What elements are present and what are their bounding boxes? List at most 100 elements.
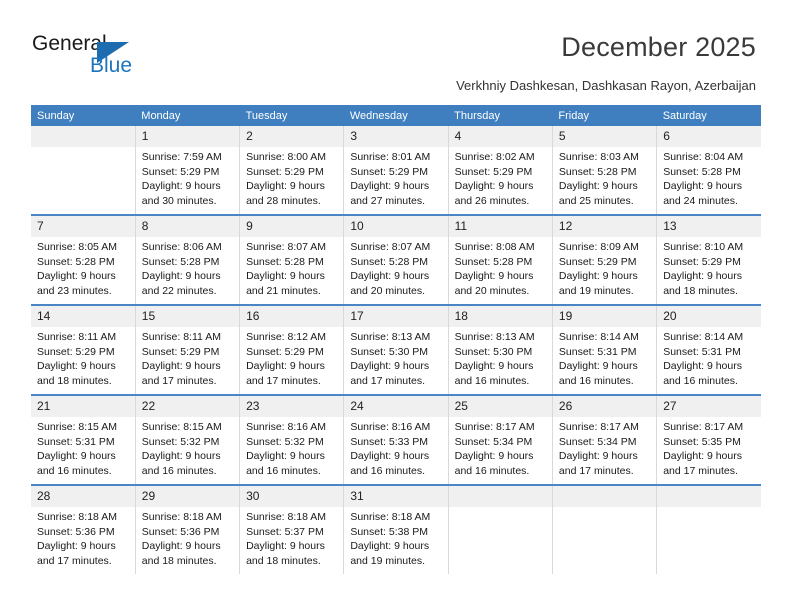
- day-number: [448, 486, 552, 507]
- sunset-text: Sunset: 5:31 PM: [558, 345, 637, 358]
- daylight-text: and 19 minutes.: [350, 554, 426, 567]
- calendar-day-cell[interactable]: 5 Sunrise: 8:03 AM Sunset: 5:28 PM Daylight…: [551, 126, 657, 216]
- calendar-week-row: 28 Sunrise: 8:18 AM Sunset: 5:36 PM Dayligh…: [31, 485, 761, 574]
- page-subtitle: Verkhniy Dashkesan, Dashkasan Rayon, Aze…: [456, 78, 756, 93]
- calendar-day-cell[interactable]: 24 Sunrise: 8:16 AM Sunset: 5:33 PM Dayligh…: [343, 395, 449, 486]
- brand-logo: General Blue: [32, 32, 212, 88]
- calendar-day-cell[interactable]: 29 Sunrise: 8:18 AM Sunset: 5:36 PM Dayligh…: [134, 485, 240, 574]
- calendar-day-cell[interactable]: 9 Sunrise: 8:07 AM Sunset: 5:28 PM Daylight…: [239, 215, 344, 306]
- daylight-text: and 19 minutes.: [558, 284, 634, 297]
- sunrise-text: Sunrise: 8:01 AM: [350, 151, 431, 163]
- page-header: General Blue December 2025 Verkhniy Dash…: [0, 0, 792, 100]
- calendar-day-cell[interactable]: 21 Sunrise: 8:15 AM Sunset: 5:31 PM Dayligh…: [31, 395, 136, 486]
- daylight-text: Daylight: 9 hours: [246, 360, 325, 373]
- calendar-day-cell[interactable]: 20 Sunrise: 8:14 AM Sunset: 5:31 PM Dayligh…: [656, 305, 761, 396]
- day-info: Sunrise: 8:17 AM Sunset: 5:34 PM Daylight:…: [449, 417, 552, 478]
- sunrise-text: Sunrise: 8:04 AM: [663, 151, 744, 163]
- sunset-text: Sunset: 5:29 PM: [141, 165, 220, 178]
- calendar-day-cell[interactable]: 13 Sunrise: 8:10 AM Sunset: 5:29 PM Dayligh…: [656, 215, 761, 306]
- day-info: Sunrise: 8:14 AM Sunset: 5:31 PM Daylight:…: [553, 327, 656, 388]
- calendar-day-cell[interactable]: 18 Sunrise: 8:13 AM Sunset: 5:30 PM Dayligh…: [447, 305, 553, 396]
- day-number: 9: [240, 216, 344, 237]
- daylight-text: and 17 minutes.: [246, 374, 321, 387]
- day-info: Sunrise: 8:15 AM Sunset: 5:32 PM Daylight:…: [136, 417, 239, 478]
- calendar-day-cell[interactable]: 6 Sunrise: 8:04 AM Sunset: 5:28 PM Daylight…: [656, 126, 761, 216]
- sunset-text: Sunset: 5:29 PM: [558, 255, 637, 268]
- sunset-text: Sunset: 5:28 PM: [246, 255, 324, 268]
- sunrise-text: Sunrise: 8:15 AM: [141, 421, 222, 433]
- day-number: 14: [31, 306, 135, 327]
- daylight-text: Daylight: 9 hours: [454, 450, 534, 463]
- brand-name-blue: Blue: [90, 54, 133, 77]
- day-info: Sunrise: 8:15 AM Sunset: 5:31 PM Daylight:…: [31, 417, 135, 478]
- calendar-day-cell[interactable]: 22 Sunrise: 8:15 AM Sunset: 5:32 PM Dayligh…: [134, 395, 240, 486]
- daylight-text: Daylight: 9 hours: [246, 540, 325, 553]
- sunset-text: Sunset: 5:32 PM: [246, 435, 324, 448]
- sunrise-text: Sunrise: 8:13 AM: [350, 331, 431, 343]
- sunset-text: Sunset: 5:28 PM: [454, 255, 533, 268]
- sunset-text: Sunset: 5:28 PM: [37, 255, 115, 268]
- calendar-day-cell[interactable]: 30 Sunrise: 8:18 AM Sunset: 5:37 PM Dayligh…: [239, 485, 344, 574]
- daylight-text: and 16 minutes.: [141, 464, 217, 477]
- daylight-text: and 16 minutes.: [246, 464, 321, 477]
- calendar-day-cell[interactable]: 15 Sunrise: 8:11 AM Sunset: 5:29 PM Dayligh…: [134, 305, 240, 396]
- sunset-text: Sunset: 5:28 PM: [663, 165, 741, 178]
- calendar-day-cell[interactable]: 10 Sunrise: 8:07 AM Sunset: 5:28 PM Dayligh…: [343, 215, 449, 306]
- daylight-text: Daylight: 9 hours: [141, 360, 221, 373]
- calendar-day-cell[interactable]: 31 Sunrise: 8:18 AM Sunset: 5:38 PM Dayligh…: [343, 485, 449, 574]
- sunset-text: Sunset: 5:28 PM: [558, 165, 637, 178]
- calendar-day-cell[interactable]: 23 Sunrise: 8:16 AM Sunset: 5:32 PM Dayligh…: [239, 395, 344, 486]
- calendar-day-cell[interactable]: 11 Sunrise: 8:08 AM Sunset: 5:28 PM Dayligh…: [447, 215, 553, 306]
- daylight-text: and 18 minutes.: [246, 554, 321, 567]
- calendar-body: 1 Sunrise: 7:59 AM Sunset: 5:29 PM Daylight…: [31, 126, 761, 574]
- day-info: Sunrise: 8:12 AM Sunset: 5:29 PM Daylight:…: [240, 327, 343, 388]
- daylight-text: Daylight: 9 hours: [37, 450, 116, 463]
- calendar-day-cell[interactable]: 7 Sunrise: 8:05 AM Sunset: 5:28 PM Daylight…: [31, 215, 136, 306]
- calendar-day-cell[interactable]: 2 Sunrise: 8:00 AM Sunset: 5:29 PM Daylight…: [239, 126, 344, 216]
- day-number: 6: [657, 126, 761, 147]
- day-info: Sunrise: 8:18 AM Sunset: 5:36 PM Daylight:…: [31, 507, 135, 568]
- calendar-day-cell[interactable]: 17 Sunrise: 8:13 AM Sunset: 5:30 PM Dayligh…: [343, 305, 449, 396]
- sunset-text: Sunset: 5:30 PM: [454, 345, 533, 358]
- sunrise-text: Sunrise: 8:11 AM: [141, 331, 221, 343]
- calendar-day-cell[interactable]: 16 Sunrise: 8:12 AM Sunset: 5:29 PM Dayligh…: [239, 305, 344, 396]
- daylight-text: and 16 minutes.: [558, 374, 634, 387]
- calendar-day-cell[interactable]: 8 Sunrise: 8:06 AM Sunset: 5:28 PM Daylight…: [134, 215, 240, 306]
- daylight-text: and 17 minutes.: [558, 464, 634, 477]
- calendar-day-cell[interactable]: 26 Sunrise: 8:17 AM Sunset: 5:34 PM Dayligh…: [551, 395, 657, 486]
- daylight-text: Daylight: 9 hours: [663, 360, 742, 373]
- daylight-text: and 27 minutes.: [350, 194, 426, 207]
- weekday-header-friday: Friday: [552, 105, 657, 126]
- calendar-day-cell[interactable]: 27 Sunrise: 8:17 AM Sunset: 5:35 PM Dayligh…: [656, 395, 761, 486]
- day-number: 3: [344, 126, 448, 147]
- day-number: 21: [31, 396, 135, 417]
- sunset-text: Sunset: 5:34 PM: [558, 435, 637, 448]
- day-info: Sunrise: 8:09 AM Sunset: 5:29 PM Daylight:…: [553, 237, 656, 298]
- sunrise-text: Sunrise: 8:02 AM: [454, 151, 535, 163]
- sunset-text: Sunset: 5:36 PM: [141, 525, 220, 538]
- sunrise-text: Sunrise: 8:17 AM: [454, 421, 535, 433]
- day-number: 13: [657, 216, 761, 237]
- daylight-text: and 18 minutes.: [141, 554, 217, 567]
- calendar-day-cell[interactable]: 19 Sunrise: 8:14 AM Sunset: 5:31 PM Dayligh…: [551, 305, 657, 396]
- calendar-day-cell[interactable]: 3 Sunrise: 8:01 AM Sunset: 5:29 PM Daylight…: [343, 126, 449, 216]
- day-info: Sunrise: 8:13 AM Sunset: 5:30 PM Daylight:…: [449, 327, 552, 388]
- day-info: Sunrise: 8:18 AM Sunset: 5:36 PM Daylight:…: [136, 507, 239, 568]
- calendar-day-cell-empty: [551, 485, 657, 574]
- calendar-day-cell-empty: [447, 485, 553, 574]
- brand-name-general: General: [32, 32, 107, 55]
- day-number: 5: [552, 126, 657, 147]
- day-number: 2: [240, 126, 344, 147]
- daylight-text: Daylight: 9 hours: [454, 360, 534, 373]
- day-info: Sunrise: 8:01 AM Sunset: 5:29 PM Daylight:…: [344, 147, 447, 208]
- calendar-day-cell[interactable]: 14 Sunrise: 8:11 AM Sunset: 5:29 PM Dayligh…: [31, 305, 136, 396]
- daylight-text: and 28 minutes.: [246, 194, 321, 207]
- day-info: Sunrise: 8:00 AM Sunset: 5:29 PM Daylight:…: [240, 147, 343, 208]
- day-number: 11: [448, 216, 552, 237]
- calendar-day-cell[interactable]: 28 Sunrise: 8:18 AM Sunset: 5:36 PM Dayligh…: [31, 485, 136, 574]
- calendar-day-cell[interactable]: 4 Sunrise: 8:02 AM Sunset: 5:29 PM Daylight…: [447, 126, 553, 216]
- sunrise-text: Sunrise: 8:12 AM: [246, 331, 327, 343]
- calendar-day-cell[interactable]: 1 Sunrise: 7:59 AM Sunset: 5:29 PM Daylight…: [134, 126, 240, 216]
- calendar-day-cell[interactable]: 25 Sunrise: 8:17 AM Sunset: 5:34 PM Dayligh…: [447, 395, 553, 486]
- calendar-day-cell[interactable]: 12 Sunrise: 8:09 AM Sunset: 5:29 PM Dayligh…: [551, 215, 657, 306]
